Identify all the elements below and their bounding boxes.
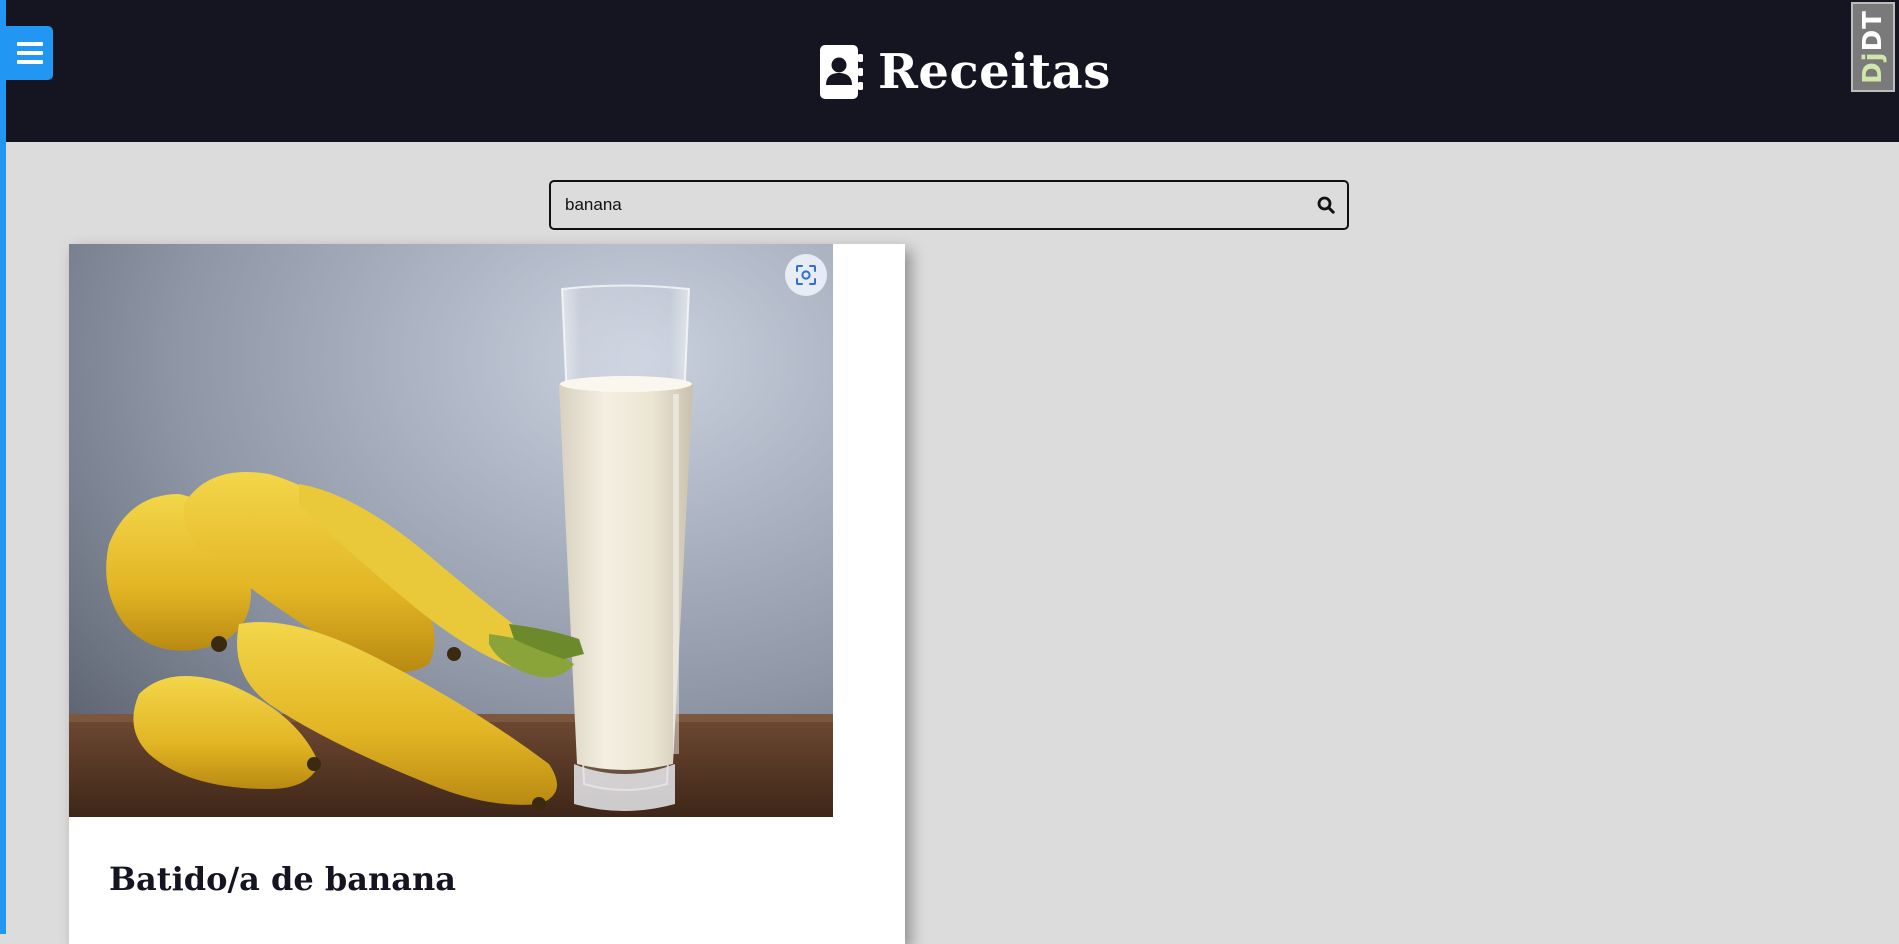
menu-toggle-button[interactable] [6,26,53,80]
site-brand-link[interactable]: Receitas [820,40,1111,104]
search-icon [1317,196,1335,214]
site-title: Receitas [878,44,1111,100]
visual-search-button[interactable] [785,254,827,296]
contact-book-icon [820,45,863,99]
debug-toolbar-label: DjDT [1858,10,1889,84]
search-form [549,180,1349,230]
recipe-title[interactable]: Batido/a de banana [109,860,456,898]
debug-toolbar-handle[interactable]: DjDT [1851,2,1895,92]
search-input[interactable] [551,182,1305,228]
recipe-card[interactable]: Batido/a de banana [69,244,905,944]
image-search-icon [796,265,816,285]
search-button[interactable] [1305,182,1347,228]
banana-smoothie-photo [69,244,833,817]
recipe-image[interactable] [69,244,833,817]
hamburger-menu-icon [16,37,43,69]
